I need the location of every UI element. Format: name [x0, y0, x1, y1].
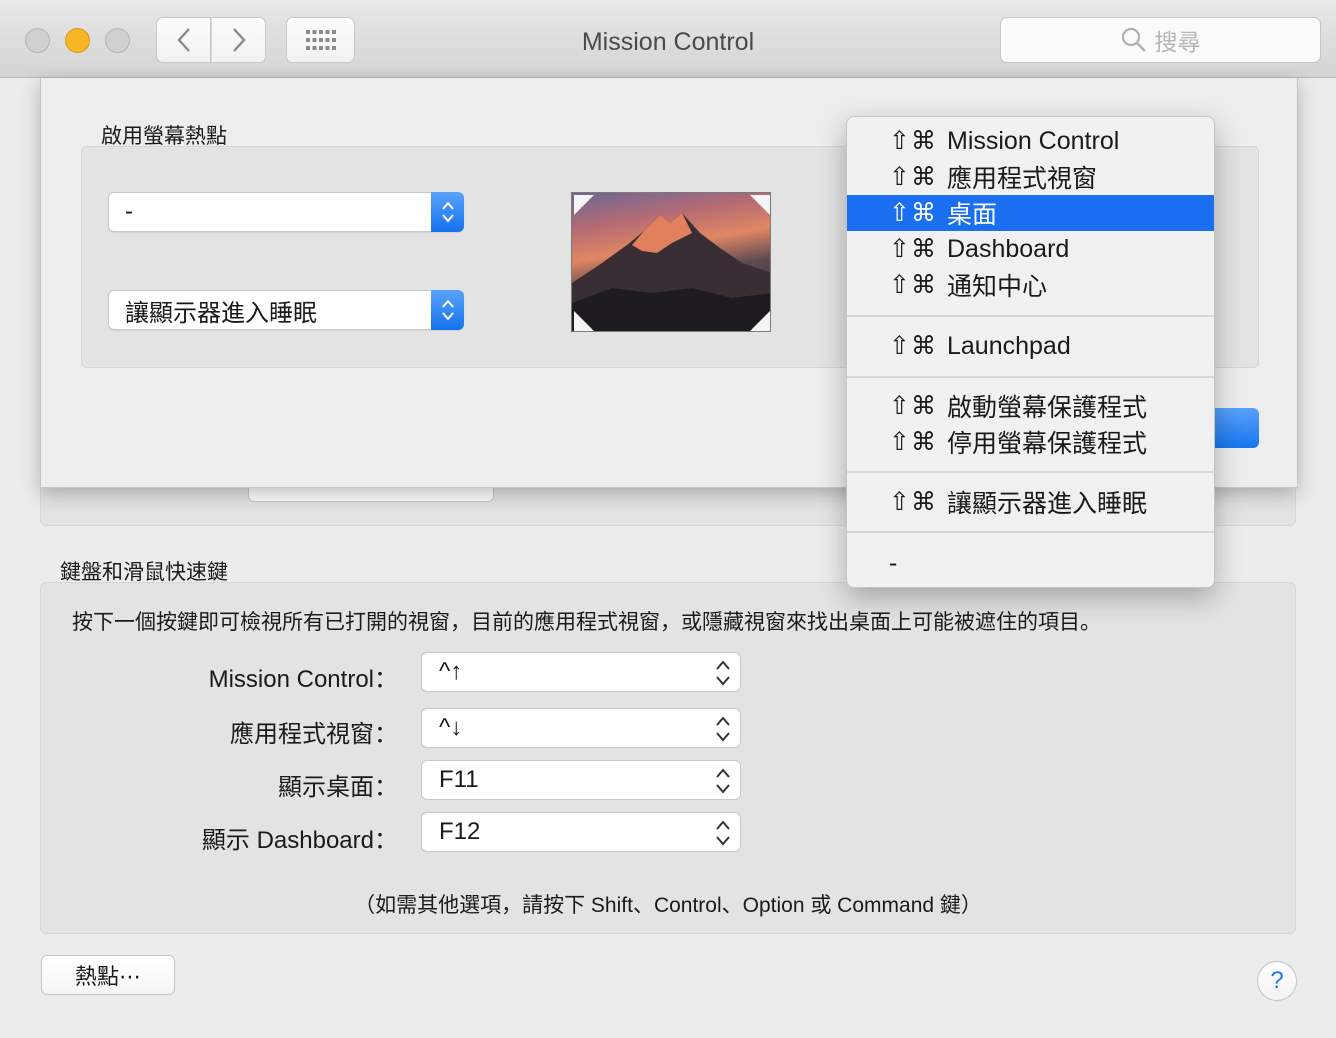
- show-desktop-label: 顯示桌面：: [278, 774, 398, 801]
- shift-command-icon: ⇧⌘: [889, 488, 937, 516]
- menu-item-none[interactable]: -: [847, 545, 1214, 581]
- menu-item-mission-control[interactable]: ⇧⌘ Mission Control: [847, 123, 1214, 159]
- menu-item-label: 桌面: [947, 201, 998, 229]
- menu-separator: [847, 531, 1214, 533]
- app-windows-shortcut-value: ^↓: [439, 714, 463, 741]
- shift-command-icon: ⇧⌘: [889, 163, 937, 191]
- popup-arrows: [431, 192, 464, 232]
- shift-command-icon: ⇧⌘: [889, 271, 937, 299]
- up-down-arrows-icon: [716, 716, 730, 742]
- search-field[interactable]: 搜尋: [1000, 17, 1321, 63]
- mission-control-shortcut-select[interactable]: ^↑: [421, 652, 741, 692]
- menu-item-disable-screensaver[interactable]: ⇧⌘ 停用螢幕保護程式: [847, 424, 1214, 460]
- menu-item-app-windows[interactable]: ⇧⌘ 應用程式視窗: [847, 159, 1214, 195]
- menu-item-label: Launchpad: [947, 331, 1071, 360]
- menu-item-label: -: [889, 548, 898, 577]
- menu-item-label: Mission Control: [947, 126, 1120, 155]
- keyboard-description: 按下一個按鍵即可檢視所有已打開的視窗，目前的應用程式視窗，或隱藏視窗來找出桌面上…: [72, 611, 1101, 634]
- shift-command-icon: ⇧⌘: [889, 392, 937, 420]
- menu-item-label: Dashboard: [947, 234, 1070, 263]
- menu-item-start-screensaver[interactable]: ⇧⌘ 啟動螢幕保護程式: [847, 388, 1214, 424]
- menu-item-label: 啟動螢幕保護程式: [947, 394, 1148, 422]
- help-button[interactable]: ?: [1257, 961, 1297, 1001]
- up-down-arrows-icon: [716, 820, 730, 846]
- menu-item-desktop[interactable]: ⇧⌘ 桌面: [847, 195, 1214, 231]
- menu-item-dashboard[interactable]: ⇧⌘ Dashboard: [847, 231, 1214, 267]
- popup-arrows: [431, 290, 464, 330]
- search-placeholder: 搜尋: [1154, 29, 1201, 55]
- top-left-corner-value: -: [125, 198, 133, 225]
- shift-command-icon: ⇧⌘: [889, 199, 937, 227]
- modifier-hint: （如需其他選項，請按下 Shift、Control、Option 或 Comma…: [354, 894, 982, 917]
- show-desktop-shortcut-select[interactable]: F11: [421, 760, 741, 800]
- show-dashboard-shortcut-value: F12: [439, 818, 481, 845]
- mountain-wallpaper-image: [572, 195, 770, 331]
- menu-item-display-sleep[interactable]: ⇧⌘ 讓顯示器進入睡眠: [847, 484, 1214, 520]
- shift-command-icon: ⇧⌘: [889, 127, 937, 155]
- menu-separator: [847, 471, 1214, 473]
- show-dashboard-shortcut-select[interactable]: F12: [421, 812, 741, 852]
- bottom-left-corner-value: 讓顯示器進入睡眠: [125, 299, 317, 327]
- mission-control-label: Mission Control：: [208, 666, 398, 693]
- top-left-corner-popup[interactable]: -: [108, 192, 464, 232]
- show-dashboard-label: 顯示 Dashboard：: [201, 827, 398, 854]
- bottom-left-corner-popup[interactable]: 讓顯示器進入睡眠: [108, 290, 464, 330]
- title-bar: Mission Control 搜尋: [0, 0, 1336, 78]
- shift-command-icon: ⇧⌘: [889, 235, 937, 263]
- dashboard-popup[interactable]: [248, 486, 494, 502]
- menu-item-label: 通知中心: [947, 273, 1048, 301]
- ok-button-partial[interactable]: [1209, 408, 1259, 448]
- menu-item-label: 應用程式視窗: [947, 165, 1098, 193]
- search-icon: [1121, 27, 1146, 52]
- menu-item-label: 讓顯示器進入睡眠: [947, 490, 1148, 518]
- app-windows-label: 應用程式視窗：: [230, 721, 398, 748]
- up-down-arrows-icon: [716, 660, 730, 686]
- menu-item-label: 停用螢幕保護程式: [947, 430, 1148, 458]
- up-down-arrows-icon: [716, 768, 730, 794]
- hot-corners-button[interactable]: 熱點⋯: [41, 955, 175, 995]
- shift-command-icon: ⇧⌘: [889, 332, 937, 360]
- show-desktop-shortcut-value: F11: [439, 766, 479, 793]
- menu-separator: [847, 315, 1214, 317]
- app-windows-shortcut-select[interactable]: ^↓: [421, 708, 741, 748]
- shift-command-icon: ⇧⌘: [889, 428, 937, 456]
- hot-corner-action-menu: ⇧⌘ Mission Control ⇧⌘ 應用程式視窗 ⇧⌘ 桌面 ⇧⌘ Da…: [846, 116, 1215, 588]
- mission-control-shortcut-value: ^↑: [439, 658, 463, 685]
- menu-item-launchpad[interactable]: ⇧⌘ Launchpad: [847, 328, 1214, 364]
- up-down-arrows-icon: [441, 299, 454, 321]
- menu-separator: [847, 376, 1214, 378]
- desktop-preview-thumbnail: [571, 192, 771, 332]
- menu-item-notification-center[interactable]: ⇧⌘ 通知中心: [847, 267, 1214, 303]
- up-down-arrows-icon: [441, 201, 454, 223]
